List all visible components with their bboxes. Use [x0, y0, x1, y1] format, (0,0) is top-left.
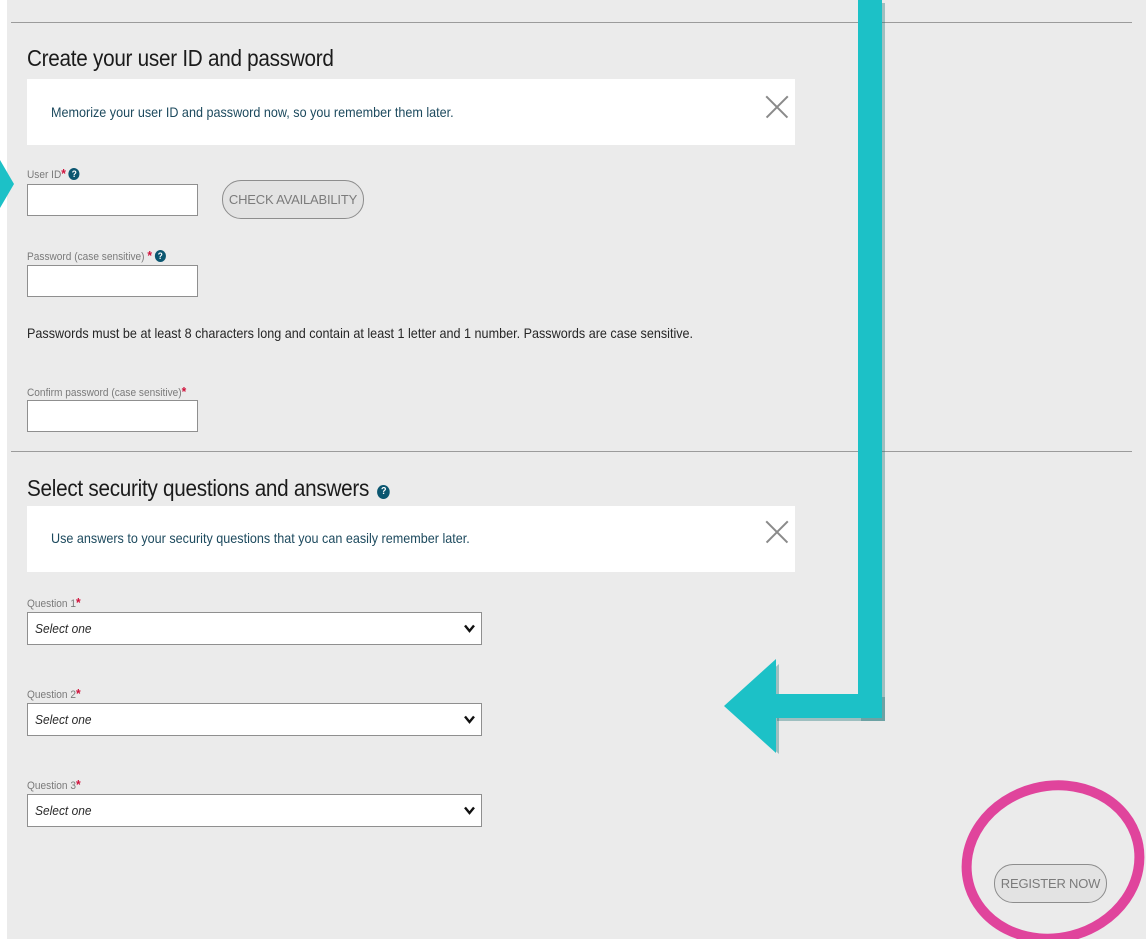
account-notice-banner: Memorize your user ID and password now, … [27, 79, 795, 145]
close-icon[interactable] [766, 96, 788, 118]
help-icon[interactable]: ? [377, 485, 390, 499]
question-2-select[interactable]: Select one [27, 703, 482, 736]
password-input[interactable] [27, 265, 198, 297]
question-2-selected-value: Select one [35, 712, 92, 727]
password-requirements-text: Passwords must be at least 8 characters … [27, 325, 694, 341]
confirm-password-label: Confirm password (case sensitive)* [27, 384, 187, 399]
security-notice-text: Use answers to your security questions t… [51, 530, 470, 546]
user-id-input[interactable] [27, 184, 198, 216]
security-notice-banner: Use answers to your security questions t… [27, 506, 795, 572]
section-title-security: Select security questions and answers ? [27, 475, 390, 502]
account-notice-text: Memorize your user ID and password now, … [51, 104, 454, 120]
help-icon[interactable]: ? [68, 168, 80, 180]
section-divider-top [11, 22, 1132, 23]
question-2-label: Question 2* [27, 686, 81, 701]
section-divider-middle [11, 451, 1132, 452]
question-3-selected-value: Select one [35, 803, 92, 818]
required-marker: * [181, 384, 187, 399]
chevron-down-icon [464, 806, 475, 815]
question-3-label: Question 3* [27, 777, 81, 792]
registration-panel: Create your user ID and password Memoriz… [7, 0, 1146, 939]
required-marker: * [75, 595, 81, 610]
password-label: Password (case sensitive) *? [27, 248, 166, 263]
required-marker: * [147, 248, 153, 263]
check-availability-button[interactable]: CHECK AVAILABILITY [222, 180, 364, 219]
question-3-select[interactable]: Select one [27, 794, 482, 827]
question-1-select[interactable]: Select one [27, 612, 482, 645]
register-now-button[interactable]: REGISTER NOW [994, 864, 1107, 903]
chevron-down-icon [464, 624, 475, 633]
section-title-account: Create your user ID and password [27, 45, 334, 71]
user-id-label: User ID*? [27, 166, 80, 181]
close-icon[interactable] [766, 521, 788, 543]
required-marker: * [75, 686, 81, 701]
chevron-down-icon [464, 715, 475, 724]
confirm-password-input[interactable] [27, 400, 198, 432]
help-icon[interactable]: ? [154, 250, 166, 262]
question-1-label: Question 1* [27, 595, 81, 610]
required-marker: * [61, 166, 66, 181]
required-marker: * [75, 777, 81, 792]
question-1-selected-value: Select one [35, 621, 92, 636]
